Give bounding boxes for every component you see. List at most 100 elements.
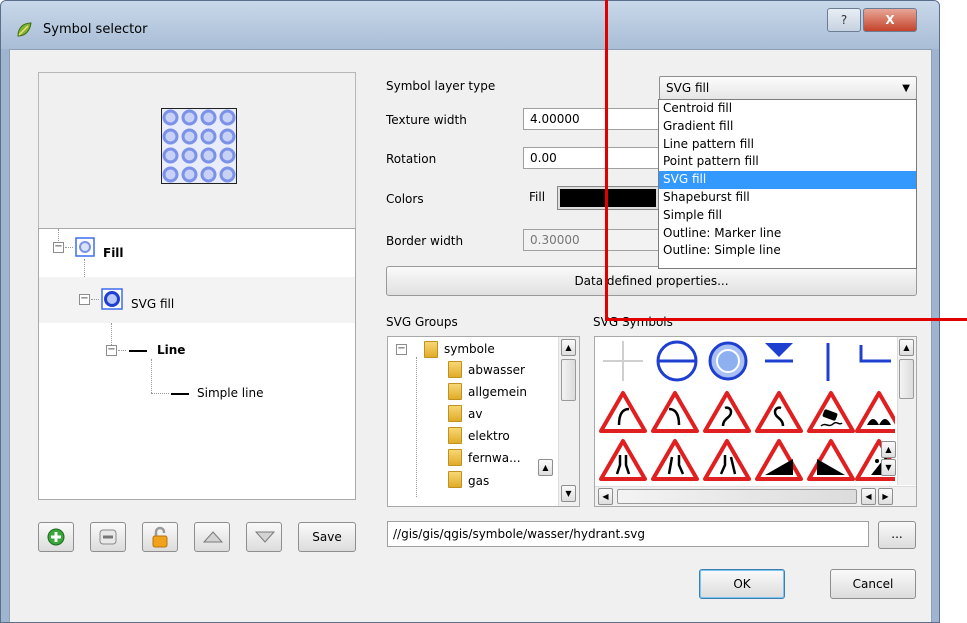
border-width-input[interactable]: 0.30000 xyxy=(523,229,659,251)
collapse-toggle[interactable]: − xyxy=(53,242,64,253)
fill-color-label: Fill xyxy=(529,190,546,204)
symbol-layer-tree[interactable]: − Fill − SVG fill − Line Simple line xyxy=(38,228,356,500)
dropdown-option[interactable]: Gradient fill xyxy=(659,118,916,136)
group-item-label[interactable]: fernwa... xyxy=(468,451,521,465)
dropdown-option[interactable]: Outline: Simple line xyxy=(659,242,916,260)
warning-bumps-icon[interactable] xyxy=(855,391,895,433)
group-item-label[interactable]: allgemein xyxy=(468,385,527,399)
group-item-label[interactable]: av xyxy=(468,407,482,421)
scroll-left-icon[interactable]: ◀ xyxy=(861,488,876,505)
folder-icon xyxy=(448,405,462,422)
scroll-up-icon[interactable]: ▲ xyxy=(881,441,896,458)
scroll-left-icon[interactable]: ◀ xyxy=(598,488,613,505)
svg-fill-preview-icon xyxy=(161,108,237,184)
group-item-label[interactable]: abwasser xyxy=(468,363,525,377)
add-layer-button[interactable] xyxy=(38,522,74,552)
tree-row-simple-line[interactable]: Simple line xyxy=(39,373,355,419)
group-item-label[interactable]: elektro xyxy=(468,429,510,443)
scroll-right-icon[interactable]: ▶ xyxy=(878,488,893,505)
warning-double-curve-icon[interactable] xyxy=(703,391,751,433)
svg-symbol-gallery xyxy=(599,340,895,481)
dropdown-option[interactable]: Simple fill xyxy=(659,207,916,225)
folder-icon xyxy=(448,383,462,400)
collapse-toggle[interactable]: − xyxy=(396,344,407,355)
corner-line-symbol-icon[interactable] xyxy=(859,345,891,363)
collapse-toggle[interactable]: − xyxy=(79,294,90,305)
rotation-label: Rotation xyxy=(386,152,437,166)
ring-symbol-icon[interactable] xyxy=(708,341,748,381)
move-up-button[interactable] xyxy=(194,522,230,552)
data-defined-properties-button[interactable]: Data defined properties... xyxy=(386,266,917,296)
symbol-layer-type-dropdown[interactable]: Centroid fill Gradient fill Line pattern… xyxy=(658,99,917,269)
svg-groups-tree[interactable]: − symbole abwasser allgemein av elektro … xyxy=(387,336,580,507)
scrollbar-thumb[interactable] xyxy=(617,489,857,504)
dialog-body: − Fill − SVG fill − Line Simple line Sav… xyxy=(9,49,932,622)
symbols-horizontal-scrollbar[interactable]: ◀ ◀ ▶ xyxy=(595,486,916,506)
warning-double-curve-left-icon[interactable] xyxy=(755,391,803,433)
symbol-selector-window: Symbol selector ? X − Fill − SVG fill − … xyxy=(0,0,940,623)
texture-width-input[interactable]: 4.00000 xyxy=(523,108,659,130)
tree-item-label: Fill xyxy=(103,246,124,260)
scroll-up-icon[interactable]: ▲ xyxy=(538,459,553,476)
scroll-up-icon[interactable]: ▲ xyxy=(561,339,576,356)
dropdown-option[interactable]: Point pattern fill xyxy=(659,153,916,171)
folder-icon xyxy=(448,427,462,444)
svg-path-input[interactable]: //gis/gis/qgis/symbole/wasser/hydrant.sv… xyxy=(387,521,869,547)
warning-curve-right-icon[interactable] xyxy=(599,391,647,433)
dropdown-option[interactable]: Line pattern fill xyxy=(659,136,916,154)
warning-curve-left-icon[interactable] xyxy=(651,391,699,433)
tree-row-svg-fill[interactable]: − SVG fill xyxy=(39,277,355,323)
tree-item-label: SVG fill xyxy=(131,297,175,311)
dropdown-option-selected[interactable]: SVG fill xyxy=(659,171,916,189)
group-item-label[interactable]: symbole xyxy=(444,342,495,356)
circle-minus-symbol-icon[interactable] xyxy=(656,340,698,382)
scroll-down-icon[interactable]: ▼ xyxy=(561,485,576,502)
symbol-layer-type-label: Symbol layer type xyxy=(386,79,496,93)
folder-icon xyxy=(424,341,438,358)
dropdown-option[interactable]: Outline: Marker line xyxy=(659,225,916,243)
warning-road-narrows-icon[interactable] xyxy=(599,439,647,481)
tree-connector xyxy=(118,350,126,351)
symbol-layer-type-select[interactable]: SVG fill ▼ xyxy=(659,76,917,100)
warning-steep-descent-icon[interactable] xyxy=(755,439,803,481)
tree-row-line[interactable]: − Line xyxy=(39,325,355,371)
valve-symbol-icon[interactable] xyxy=(765,343,793,363)
warning-narrows-right-icon[interactable] xyxy=(651,439,699,481)
save-button[interactable]: Save xyxy=(298,522,356,552)
folder-icon xyxy=(448,449,462,466)
tree-row-fill[interactable]: − Fill xyxy=(39,229,355,275)
dropdown-option[interactable]: Centroid fill xyxy=(659,100,916,118)
scroll-up-icon[interactable]: ▲ xyxy=(899,339,914,356)
collapse-toggle[interactable]: − xyxy=(106,345,117,356)
close-button[interactable]: X xyxy=(863,8,917,32)
unlocked-padlock-icon xyxy=(152,526,168,548)
scrollbar-thumb[interactable] xyxy=(899,359,914,399)
rotation-input[interactable]: 0.00 xyxy=(523,147,659,169)
remove-layer-button[interactable] xyxy=(90,522,126,552)
line-symbol-icon xyxy=(129,350,147,352)
browse-button[interactable]: ... xyxy=(878,521,916,549)
ok-button[interactable]: OK xyxy=(699,569,785,599)
help-button[interactable]: ? xyxy=(827,8,861,32)
folder-icon xyxy=(448,361,462,378)
warning-narrows-left-icon[interactable] xyxy=(703,439,751,481)
group-item-label[interactable]: gas xyxy=(468,474,489,488)
groups-scrollbar[interactable]: ▲ ▼ xyxy=(558,337,579,506)
lock-layer-button[interactable] xyxy=(142,522,178,552)
cancel-button[interactable]: Cancel xyxy=(830,569,916,599)
symbols-scrollbar[interactable]: ▲ xyxy=(897,337,916,485)
scroll-down-icon[interactable]: ▼ xyxy=(881,459,896,476)
warning-steep-ascent-icon[interactable] xyxy=(807,439,855,481)
crosshair-symbol-icon[interactable] xyxy=(603,341,643,381)
tree-connector xyxy=(151,393,169,394)
symbol-preview xyxy=(38,72,356,234)
scrollbar-thumb[interactable] xyxy=(561,359,576,401)
folder-icon xyxy=(448,471,462,488)
warning-skid-icon[interactable] xyxy=(807,391,855,433)
dropdown-option[interactable]: Shapeburst fill xyxy=(659,189,916,207)
qgis-logo-icon xyxy=(17,22,32,37)
fill-color-button[interactable] xyxy=(557,186,659,210)
move-down-button[interactable] xyxy=(246,522,282,552)
svg-symbols-grid[interactable]: ▲ ▼ ▲ ◀ ◀ ▶ xyxy=(594,336,917,507)
minus-icon xyxy=(99,529,117,545)
